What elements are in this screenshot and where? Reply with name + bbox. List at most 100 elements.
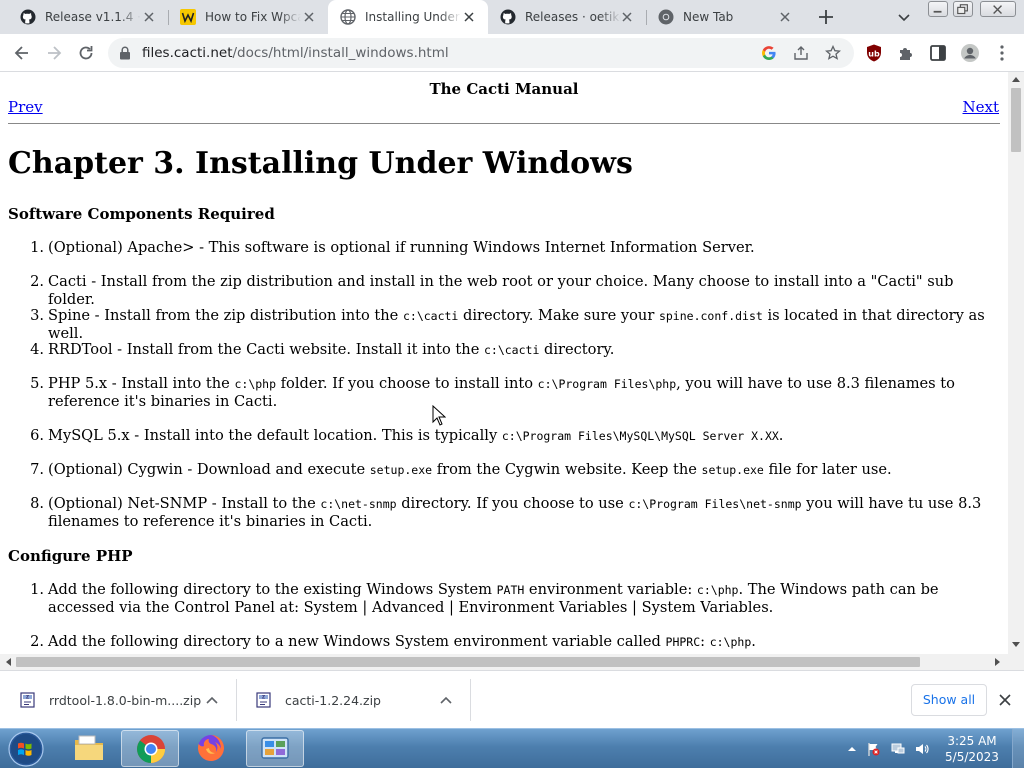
google-translate-icon[interactable]	[761, 45, 777, 61]
share-icon[interactable]	[793, 45, 809, 61]
show-desktop-button[interactable]	[1012, 729, 1024, 768]
back-arrow-icon[interactable]	[12, 43, 32, 63]
code-env-var: PHPRC	[665, 635, 701, 649]
show-hidden-icons-icon[interactable]	[845, 742, 859, 756]
list-text: Cacti - Install from the zip distributio…	[48, 273, 954, 308]
show-all-downloads-button[interactable]: Show all	[911, 684, 987, 716]
code-path: c:\net-snmp	[320, 497, 397, 511]
taskbar-chrome[interactable]	[121, 730, 179, 767]
windows-start-orb-icon[interactable]	[6, 730, 46, 768]
url-path: /docs/html/install_windows.html	[232, 45, 449, 61]
list-text: Add the following directory to the exist…	[48, 581, 939, 616]
list-number: 8.	[30, 495, 44, 512]
page-viewport: The Cacti Manual Prev Next Chapter 3. In…	[0, 72, 1008, 654]
clock-time: 3:25 AM	[947, 734, 997, 748]
close-window-button[interactable]	[980, 1, 1016, 17]
zip-file-icon: Z	[20, 692, 35, 708]
browser-toolbar: files.cacti.net/docs/html/install_window…	[0, 34, 1024, 72]
tab-how-to-fix-wpcap[interactable]: How to Fix Wpcap	[168, 0, 328, 34]
close-icon	[993, 5, 1002, 14]
code-path: c:\php	[709, 635, 752, 649]
list-number: 7.	[30, 461, 44, 478]
scroll-down-arrow-icon[interactable]	[1012, 642, 1020, 648]
tab-title: Installing Under W	[365, 10, 461, 24]
header-divider	[8, 123, 1000, 124]
tab-title: New Tab	[683, 10, 734, 24]
list-text: (Optional) Apache> - This software is op…	[48, 239, 755, 256]
code-path: c:\Program Files\MySQL\MySQL Server X.XX	[501, 429, 779, 443]
scroll-right-arrow-icon[interactable]	[995, 658, 1001, 666]
zip-file-icon: Z	[256, 692, 271, 708]
tab-releases-oetiker[interactable]: Releases · oetiker	[488, 0, 646, 34]
taskbar-control-panel[interactable]	[246, 730, 304, 767]
system-clock[interactable]: 3:25 AM 5/5/2023	[942, 733, 1002, 765]
chevron-down-icon[interactable]	[896, 9, 912, 25]
tab-title: Releases · oetiker	[525, 10, 621, 24]
scroll-up-arrow-icon[interactable]	[1012, 76, 1020, 82]
chevron-up-icon[interactable]	[206, 695, 218, 705]
list-text: MySQL 5.x - Install into the default loc…	[48, 427, 784, 444]
url-text: files.cacti.net/docs/html/install_window…	[142, 45, 449, 61]
close-icon[interactable]	[620, 10, 634, 24]
lock-icon[interactable]	[119, 46, 131, 60]
tab-title: How to Fix Wpcap	[205, 10, 301, 24]
restore-icon	[957, 4, 968, 15]
vertical-scrollbar[interactable]	[1008, 72, 1024, 654]
horizontal-scrollbar[interactable]	[0, 654, 1024, 670]
chrome-icon	[137, 735, 165, 763]
tab-new-tab[interactable]: New Tab	[646, 0, 804, 34]
close-icon[interactable]	[142, 10, 156, 24]
close-icon[interactable]	[462, 10, 476, 24]
download-filename: cacti-1.2.24.zip	[285, 693, 381, 708]
github-icon	[20, 9, 36, 25]
code-filename: setup.exe	[701, 463, 764, 477]
code-path: c:\php	[696, 583, 739, 597]
list-text: (Optional) Cygwin - Download and execute…	[48, 461, 892, 478]
address-bar[interactable]: files.cacti.net/docs/html/install_window…	[108, 38, 854, 68]
new-tab-plus-icon[interactable]	[816, 7, 836, 27]
prev-link[interactable]: Prev	[8, 98, 43, 116]
profile-avatar-icon[interactable]	[960, 43, 980, 63]
close-icon[interactable]	[998, 693, 1012, 707]
download-item[interactable]: Z cacti-1.2.24.zip	[236, 671, 470, 729]
tab-release-gyoza[interactable]: Release v1.1.4 · Gy	[8, 0, 168, 34]
taskbar-firefox[interactable]	[183, 730, 241, 767]
minimize-button[interactable]	[928, 1, 948, 17]
scroll-left-arrow-icon[interactable]	[5, 658, 11, 666]
close-icon[interactable]	[302, 10, 316, 24]
mouse-cursor-icon	[432, 405, 446, 426]
code-path: c:\php	[234, 377, 277, 391]
horizontal-scroll-thumb[interactable]	[16, 657, 920, 667]
w-favicon-icon	[180, 9, 196, 25]
taskbar-file-explorer[interactable]	[60, 730, 118, 767]
bookmark-star-icon[interactable]	[825, 45, 841, 61]
list-number: 2.	[30, 273, 44, 290]
action-center-flag-icon[interactable]	[866, 742, 880, 756]
code-filename: setup.exe	[369, 463, 433, 477]
chevron-up-icon[interactable]	[440, 695, 452, 705]
ublock-origin-icon[interactable]: ub	[864, 43, 884, 63]
section-heading-software-components: Software Components Required	[8, 205, 275, 223]
close-icon[interactable]	[778, 10, 792, 24]
network-icon[interactable]	[891, 742, 905, 756]
clock-date: 5/5/2023	[945, 750, 999, 764]
vertical-scroll-thumb[interactable]	[1011, 88, 1021, 152]
forward-arrow-icon[interactable]	[44, 43, 64, 63]
reload-icon[interactable]	[76, 43, 96, 63]
extensions-puzzle-icon[interactable]	[896, 43, 916, 63]
volume-icon[interactable]	[915, 742, 929, 756]
restore-button[interactable]	[953, 1, 973, 17]
list-text: PHP 5.x - Install into the c:\php folder…	[48, 375, 955, 410]
next-link[interactable]: Next	[963, 98, 1000, 116]
list-number: 2.	[30, 633, 44, 650]
download-item[interactable]: Z rrdtool-1.8.0-bin-m....zip	[0, 671, 236, 729]
svg-text:ub: ub	[868, 50, 880, 59]
code-path: c:\Program Files\net-snmp	[628, 497, 802, 511]
side-panel-icon[interactable]	[928, 43, 948, 63]
list-number: 1.	[30, 239, 44, 256]
code-path: c:\cacti	[483, 343, 540, 357]
download-separator	[470, 679, 471, 721]
tab-installing-under-windows[interactable]: Installing Under W	[328, 0, 488, 34]
chrome-icon	[658, 9, 674, 25]
more-menu-icon[interactable]	[992, 43, 1012, 63]
